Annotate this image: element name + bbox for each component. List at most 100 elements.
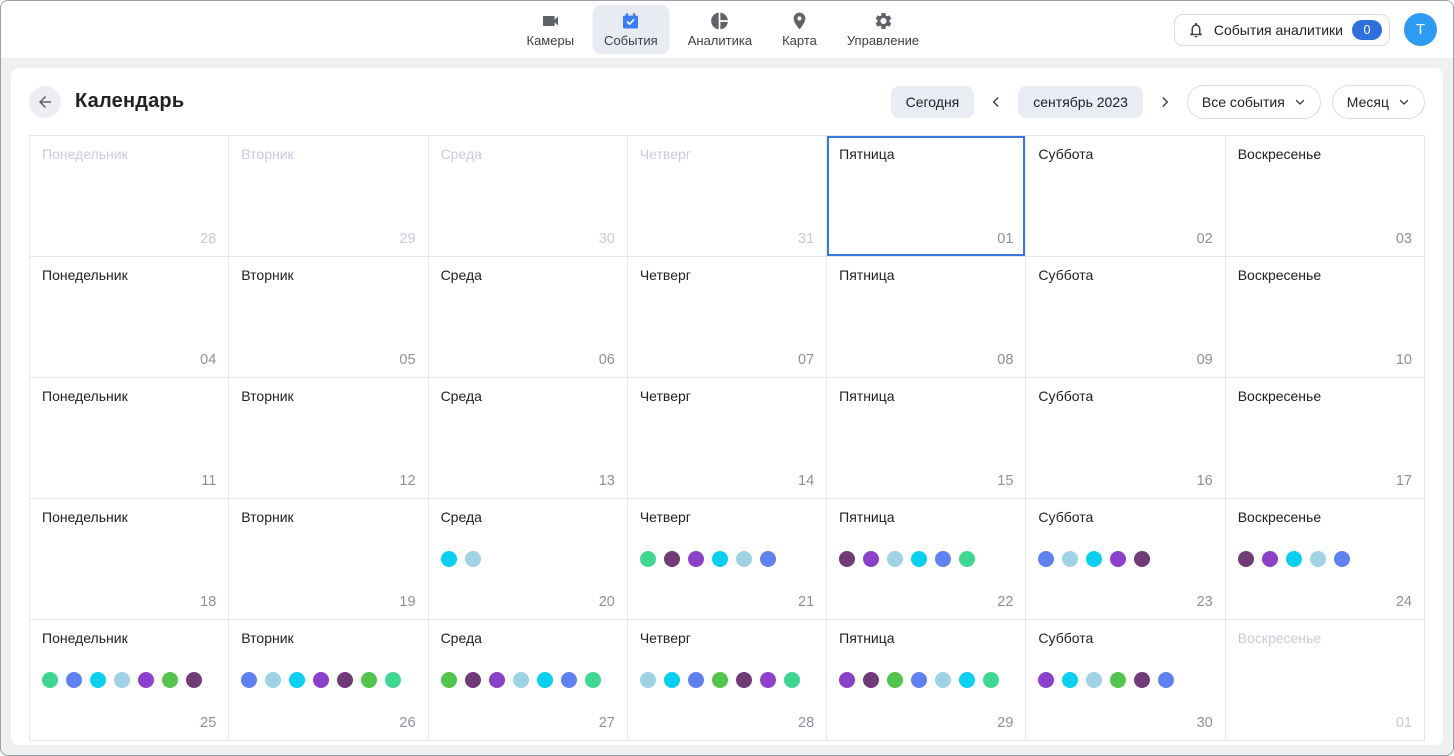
- event-dot-cyan[interactable]: [712, 551, 728, 567]
- event-dot-cyan[interactable]: [441, 551, 457, 567]
- event-dot-cyan[interactable]: [959, 672, 975, 688]
- event-dot-purple[interactable]: [1038, 672, 1054, 688]
- back-button[interactable]: [29, 86, 61, 118]
- event-dot-green[interactable]: [162, 672, 178, 688]
- today-button[interactable]: Сегодня: [891, 86, 975, 118]
- event-dot-lightblue[interactable]: [114, 672, 130, 688]
- event-dot-lightblue[interactable]: [513, 672, 529, 688]
- calendar-cell[interactable]: Суббота02: [1026, 136, 1225, 257]
- event-dot-blue[interactable]: [935, 551, 951, 567]
- event-dot-plum[interactable]: [1134, 672, 1150, 688]
- event-dot-plum[interactable]: [465, 672, 481, 688]
- event-dot-cyan[interactable]: [90, 672, 106, 688]
- event-dot-emerald[interactable]: [42, 672, 58, 688]
- event-dot-blue[interactable]: [241, 672, 257, 688]
- calendar-cell[interactable]: Понедельник04: [30, 257, 229, 378]
- next-month-button[interactable]: [1154, 91, 1176, 113]
- event-dot-blue[interactable]: [688, 672, 704, 688]
- event-dot-green[interactable]: [1110, 672, 1126, 688]
- event-dot-lightblue[interactable]: [1062, 551, 1078, 567]
- calendar-cell[interactable]: Понедельник18: [30, 499, 229, 620]
- nav-item-map[interactable]: Карта: [770, 5, 829, 54]
- calendar-cell[interactable]: Четверг28: [628, 620, 827, 741]
- calendar-cell[interactable]: Четверг31: [628, 136, 827, 257]
- event-dot-purple[interactable]: [489, 672, 505, 688]
- view-mode-dropdown[interactable]: Месяц: [1332, 85, 1425, 119]
- event-dot-cyan[interactable]: [537, 672, 553, 688]
- event-dot-lightblue[interactable]: [1310, 551, 1326, 567]
- calendar-cell[interactable]: Пятница29: [827, 620, 1026, 741]
- calendar-cell[interactable]: Среда13: [429, 378, 628, 499]
- event-dot-green[interactable]: [361, 672, 377, 688]
- event-dot-cyan[interactable]: [289, 672, 305, 688]
- event-dot-blue[interactable]: [760, 551, 776, 567]
- event-dot-blue[interactable]: [1158, 672, 1174, 688]
- calendar-cell[interactable]: Среда20: [429, 499, 628, 620]
- calendar-cell[interactable]: Вторник26: [229, 620, 428, 741]
- event-dot-purple[interactable]: [688, 551, 704, 567]
- calendar-cell[interactable]: Пятница08: [827, 257, 1026, 378]
- calendar-cell[interactable]: Вторник19: [229, 499, 428, 620]
- calendar-cell[interactable]: Суббота30: [1026, 620, 1225, 741]
- event-dot-purple[interactable]: [760, 672, 776, 688]
- calendar-cell[interactable]: Четверг21: [628, 499, 827, 620]
- calendar-cell[interactable]: Среда27: [429, 620, 628, 741]
- event-dot-cyan[interactable]: [1062, 672, 1078, 688]
- calendar-cell[interactable]: Пятница22: [827, 499, 1026, 620]
- nav-item-management[interactable]: Управление: [835, 5, 931, 54]
- event-dot-lightblue[interactable]: [465, 551, 481, 567]
- calendar-cell[interactable]: Воскресенье01: [1226, 620, 1425, 741]
- calendar-cell[interactable]: Воскресенье17: [1226, 378, 1425, 499]
- event-dot-purple[interactable]: [863, 551, 879, 567]
- event-dot-blue[interactable]: [911, 672, 927, 688]
- calendar-cell[interactable]: Среда30: [429, 136, 628, 257]
- event-dot-plum[interactable]: [1134, 551, 1150, 567]
- event-dot-purple[interactable]: [313, 672, 329, 688]
- event-dot-plum[interactable]: [736, 672, 752, 688]
- event-dot-blue[interactable]: [1334, 551, 1350, 567]
- event-dot-lightblue[interactable]: [887, 551, 903, 567]
- event-dot-green[interactable]: [441, 672, 457, 688]
- event-dot-blue[interactable]: [1038, 551, 1054, 567]
- event-dot-cyan[interactable]: [664, 672, 680, 688]
- nav-item-analytics[interactable]: Аналитика: [676, 5, 764, 54]
- event-dot-green[interactable]: [712, 672, 728, 688]
- calendar-cell[interactable]: Суббота23: [1026, 499, 1225, 620]
- month-selector[interactable]: сентябрь 2023: [1018, 86, 1143, 118]
- event-filter-dropdown[interactable]: Все события: [1187, 85, 1321, 119]
- event-dot-plum[interactable]: [839, 551, 855, 567]
- event-dot-plum[interactable]: [186, 672, 202, 688]
- event-dot-emerald[interactable]: [784, 672, 800, 688]
- calendar-cell[interactable]: Пятница15: [827, 378, 1026, 499]
- event-dot-emerald[interactable]: [959, 551, 975, 567]
- event-dot-purple[interactable]: [138, 672, 154, 688]
- calendar-cell[interactable]: Вторник05: [229, 257, 428, 378]
- calendar-cell[interactable]: Вторник12: [229, 378, 428, 499]
- event-dot-green[interactable]: [887, 672, 903, 688]
- nav-item-cameras[interactable]: Камеры: [515, 5, 587, 54]
- calendar-cell[interactable]: Четверг07: [628, 257, 827, 378]
- avatar[interactable]: T: [1404, 13, 1437, 46]
- event-dot-lightblue[interactable]: [736, 551, 752, 567]
- calendar-cell[interactable]: Воскресенье24: [1226, 499, 1425, 620]
- event-dot-lightblue[interactable]: [1086, 672, 1102, 688]
- calendar-cell[interactable]: Четверг14: [628, 378, 827, 499]
- analytics-events-button[interactable]: События аналитики 0: [1174, 14, 1390, 46]
- event-dot-plum[interactable]: [664, 551, 680, 567]
- calendar-cell[interactable]: Суббота16: [1026, 378, 1225, 499]
- event-dot-cyan[interactable]: [911, 551, 927, 567]
- calendar-cell[interactable]: Вторник29: [229, 136, 428, 257]
- event-dot-purple[interactable]: [1110, 551, 1126, 567]
- event-dot-blue[interactable]: [561, 672, 577, 688]
- event-dot-lightblue[interactable]: [265, 672, 281, 688]
- event-dot-emerald[interactable]: [983, 672, 999, 688]
- calendar-cell[interactable]: Воскресенье03: [1226, 136, 1425, 257]
- calendar-cell[interactable]: Понедельник11: [30, 378, 229, 499]
- event-dot-plum[interactable]: [337, 672, 353, 688]
- event-dot-cyan[interactable]: [1086, 551, 1102, 567]
- event-dot-purple[interactable]: [1262, 551, 1278, 567]
- calendar-cell[interactable]: Суббота09: [1026, 257, 1225, 378]
- event-dot-cyan[interactable]: [1286, 551, 1302, 567]
- event-dot-lightblue[interactable]: [935, 672, 951, 688]
- calendar-cell[interactable]: Понедельник28: [30, 136, 229, 257]
